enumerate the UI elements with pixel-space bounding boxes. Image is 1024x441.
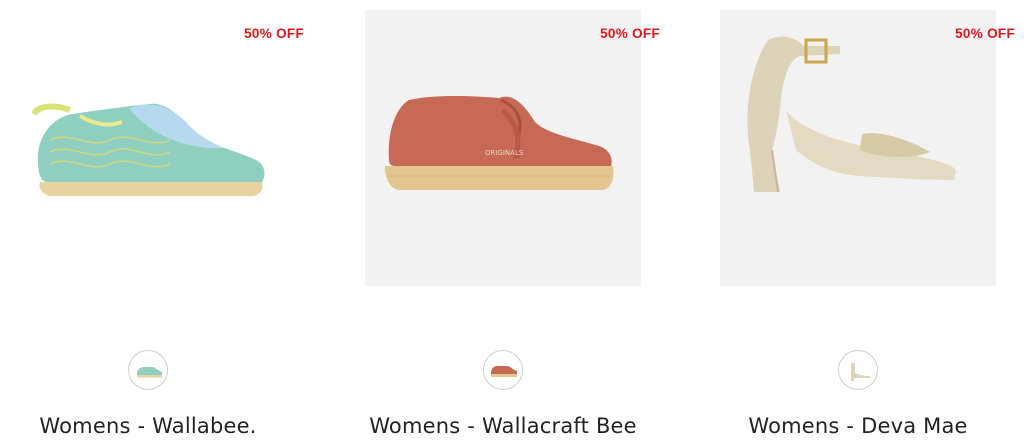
product-image[interactable]: 50% OFF — [720, 10, 1015, 286]
product-card-deva-mae[interactable]: 50% OFF Womens - Deva Mae — [720, 0, 1015, 441]
sandal-swatch-icon — [851, 363, 870, 381]
wallabee-shoe-icon — [31, 103, 265, 196]
product-image[interactable]: ORIGINALS 50% OFF — [365, 10, 660, 286]
product-name-link[interactable]: Womens - Wallabee. — [10, 414, 286, 438]
discount-badge: 50% OFF — [600, 26, 660, 41]
sandal-icon — [747, 36, 956, 193]
discount-badge: 50% OFF — [244, 26, 304, 41]
discount-badge: 50% OFF — [955, 26, 1015, 41]
svg-text:ORIGINALS: ORIGINALS — [485, 149, 524, 157]
product-card-wallabee[interactable]: 50% OFF Womens - Wallabee. — [10, 0, 304, 441]
wallacraft-shoe-icon: ORIGINALS — [385, 96, 614, 190]
color-swatch-button[interactable] — [128, 350, 168, 390]
product-name-link[interactable]: Womens - Wallacraft Bee — [365, 414, 641, 438]
product-image[interactable]: 50% OFF — [10, 10, 304, 286]
product-name-link[interactable]: Womens - Deva Mae — [720, 414, 996, 438]
wallacraft-swatch-icon — [491, 366, 517, 377]
wallabee-swatch-icon — [137, 367, 162, 378]
color-swatch-button[interactable] — [483, 350, 523, 390]
color-swatch-button[interactable] — [838, 350, 878, 390]
product-card-wallacraft[interactable]: ORIGINALS 50% OFF Womens - Wallacraft Be… — [365, 0, 660, 441]
